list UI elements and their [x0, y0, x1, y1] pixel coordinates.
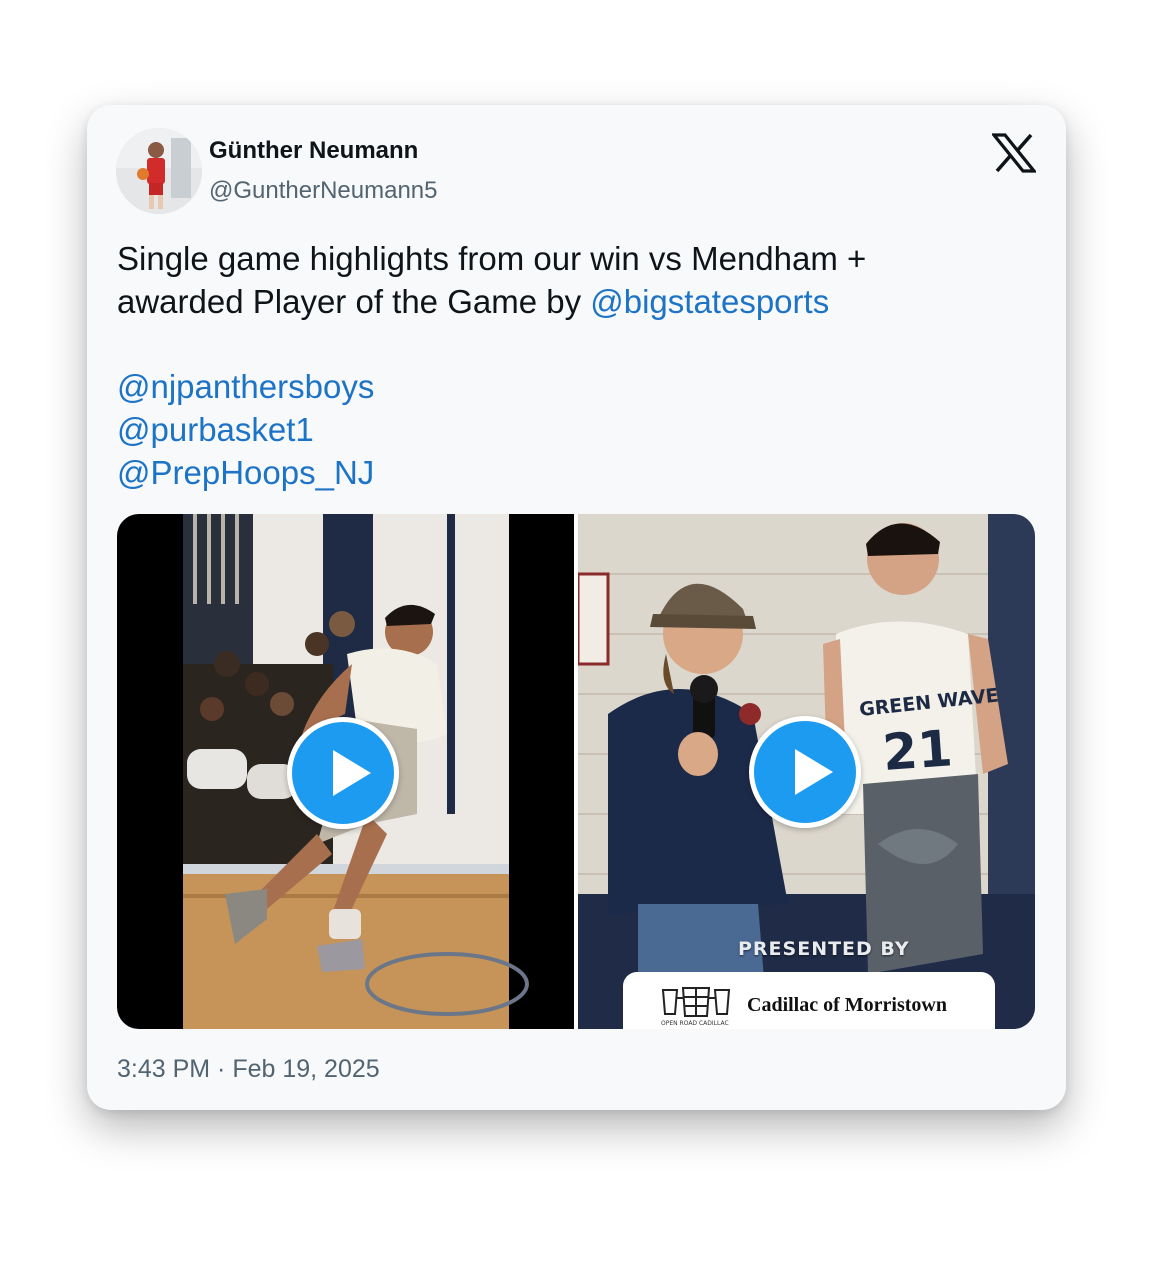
sponsor-subtext: OPEN ROAD CADILLAC: [661, 1020, 729, 1027]
author-avatar[interactable]: [116, 128, 202, 214]
video-thumbnail-1[interactable]: [117, 514, 574, 1029]
media-grid: GREEN WAVE 21 PRESENTED BY OPEN ROAD CAD…: [117, 514, 1035, 1029]
mention-link-njpanthersboys[interactable]: @njpanthersboys: [117, 365, 1037, 408]
mention-link-prephoops-nj[interactable]: @PrepHoops_NJ: [117, 451, 1037, 494]
sponsor-name: Cadillac of Morristown: [747, 994, 947, 1016]
play-button-2[interactable]: [749, 716, 861, 828]
play-icon: [333, 750, 371, 796]
mention-link-bigstatesports[interactable]: @bigstatesports: [590, 283, 829, 320]
cadillac-crest-icon: [661, 987, 731, 1017]
presented-by-label: PRESENTED BY: [738, 938, 910, 960]
tweet-text: Single game highlights from our win vs M…: [117, 237, 1037, 494]
author-handle[interactable]: @GuntherNeumann5: [209, 177, 438, 205]
tweet-timestamp[interactable]: 3:43 PM · Feb 19, 2025: [117, 1055, 380, 1084]
x-logo-icon[interactable]: [990, 133, 1038, 173]
jersey-number: 21: [881, 719, 954, 782]
play-button-1[interactable]: [287, 717, 399, 829]
tweet-line-2-text: awarded Player of the Game by: [117, 283, 591, 320]
play-icon: [795, 749, 833, 795]
sponsor-banner: OPEN ROAD CADILLAC Cadillac of Morristow…: [623, 972, 995, 1029]
tweet-line-2: awarded Player of the Game by @bigstates…: [117, 280, 1037, 323]
tweet-card: Günther Neumann @GuntherNeumann5 Single …: [87, 105, 1066, 1110]
mention-link-purbasket1[interactable]: @purbasket1: [117, 408, 1037, 451]
author-name[interactable]: Günther Neumann: [209, 137, 418, 165]
avatar-photo-icon: [116, 128, 202, 214]
tweet-line-1: Single game highlights from our win vs M…: [117, 240, 867, 277]
video-thumbnail-2[interactable]: GREEN WAVE 21 PRESENTED BY OPEN ROAD CAD…: [578, 514, 1035, 1029]
